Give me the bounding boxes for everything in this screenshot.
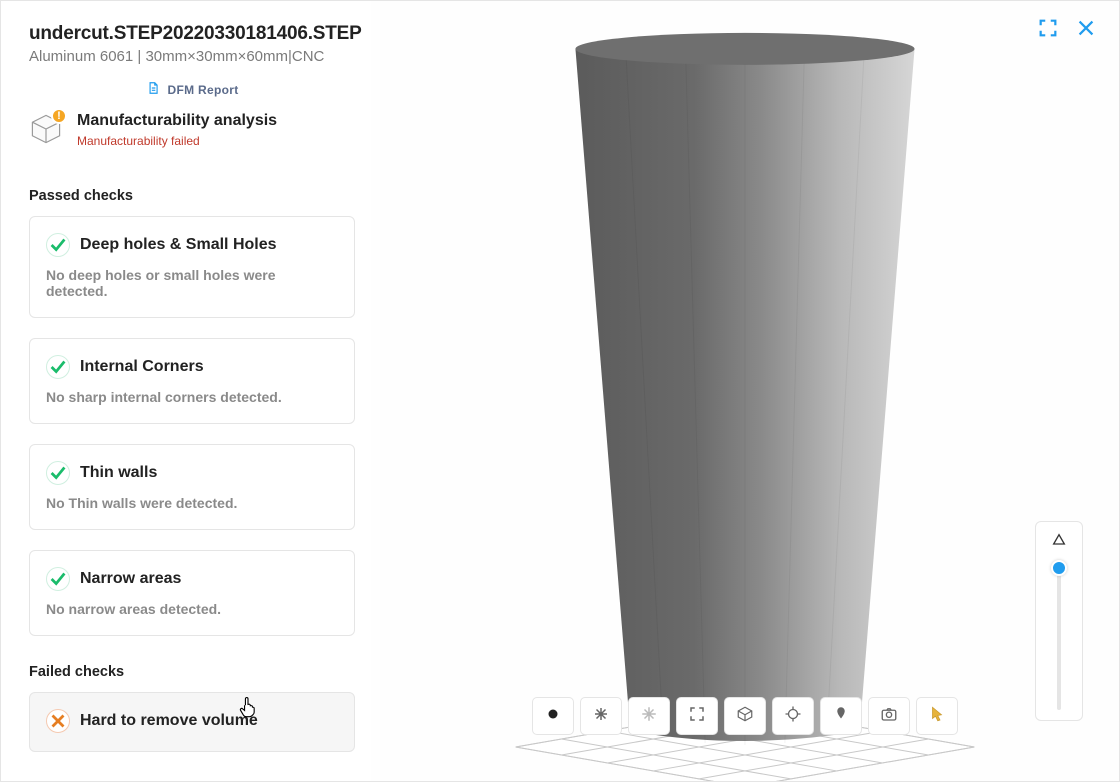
check-desc: No sharp internal corners detected. <box>46 389 338 405</box>
tool-reset-center[interactable] <box>772 697 814 735</box>
tool-shading-ghost[interactable] <box>628 697 670 735</box>
check-card-hard-remove-volume[interactable]: Hard to remove volume <box>29 692 355 752</box>
check-pass-icon <box>46 567 70 591</box>
check-desc: No deep holes or small holes were detect… <box>46 267 338 299</box>
sidebar-panel: undercut.STEP20220330181406.STEP Aluminu… <box>1 1 371 782</box>
check-card-internal-corners[interactable]: Internal Corners No sharp internal corne… <box>29 338 355 424</box>
file-title: undercut.STEP20220330181406.STEP <box>29 23 355 45</box>
warning-badge-icon: ! <box>51 108 67 124</box>
dfm-report-label: DFM Report <box>168 83 239 97</box>
file-subtitle: Aluminum 6061 | 30mm×30mm×60mm|CNC <box>29 48 355 65</box>
check-pass-icon <box>46 355 70 379</box>
viewer-panel[interactable] <box>371 1 1119 781</box>
model-scene[interactable] <box>371 1 1119 781</box>
fit-icon <box>688 705 706 728</box>
analysis-title: Manufacturability analysis <box>77 112 277 130</box>
check-pass-icon <box>46 233 70 257</box>
tool-orient-cube[interactable] <box>724 697 766 735</box>
check-desc: No Thin walls were detected. <box>46 495 338 511</box>
check-pass-icon <box>46 461 70 485</box>
check-title: Internal Corners <box>80 358 204 376</box>
slider-thumb[interactable] <box>1051 560 1067 576</box>
tool-shading-wire[interactable] <box>580 697 622 735</box>
check-card-narrow-areas[interactable]: Narrow areas No narrow areas detected. <box>29 550 355 636</box>
explode-slider[interactable] <box>1057 561 1061 710</box>
solid-circle-icon <box>544 705 562 728</box>
app-root: undercut.STEP20220330181406.STEP Aluminu… <box>0 0 1120 782</box>
snowflake-icon <box>640 705 658 728</box>
camera-icon <box>880 705 898 728</box>
tool-shading-solid[interactable] <box>532 697 574 735</box>
check-card-thin-walls[interactable]: Thin walls No Thin walls were detected. <box>29 444 355 530</box>
part-cube-icon: ! <box>29 112 63 146</box>
target-icon <box>784 705 802 728</box>
cube-icon <box>736 705 754 728</box>
check-desc: No narrow areas detected. <box>46 601 338 617</box>
asterisk-icon <box>592 705 610 728</box>
tool-pin-view[interactable] <box>820 697 862 735</box>
check-card-deep-holes[interactable]: Deep holes & Small Holes No deep holes o… <box>29 216 355 318</box>
tool-screenshot[interactable] <box>868 697 910 735</box>
pointer-icon <box>928 705 946 728</box>
viewer-toolbar <box>532 697 958 735</box>
explode-slider-panel <box>1035 521 1083 721</box>
tool-fit-view[interactable] <box>676 697 718 735</box>
check-title: Hard to remove volume <box>80 712 258 730</box>
check-fail-icon <box>46 709 70 733</box>
dfm-report-link[interactable]: DFM Report <box>29 81 355 98</box>
document-icon <box>146 81 160 98</box>
passed-checks-heading: Passed checks <box>29 188 355 204</box>
check-title: Narrow areas <box>80 570 181 588</box>
tool-select[interactable] <box>916 697 958 735</box>
check-title: Thin walls <box>80 464 157 482</box>
failed-checks-heading: Failed checks <box>29 664 355 680</box>
pin-icon <box>832 705 850 728</box>
analysis-summary: ! Manufacturability analysis Manufactura… <box>29 112 355 160</box>
triangle-up-icon <box>1050 532 1068 553</box>
analysis-status: Manufacturability failed <box>77 134 277 148</box>
check-title: Deep holes & Small Holes <box>80 236 277 254</box>
